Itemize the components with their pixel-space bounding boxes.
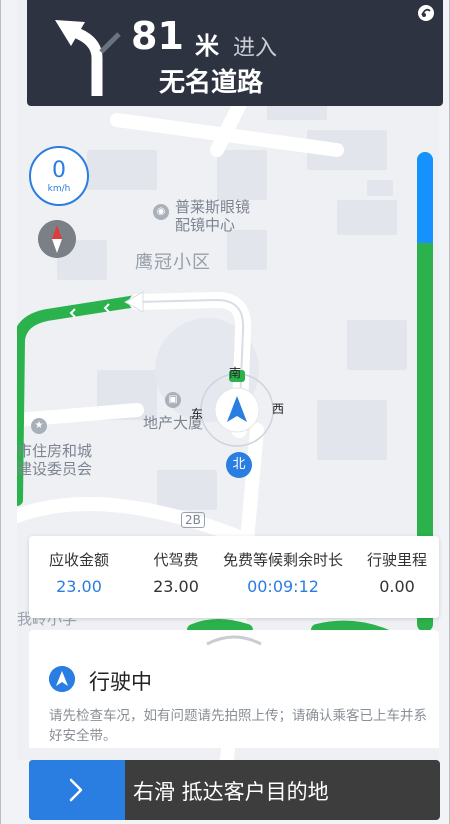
fare-receivable-value: 23.00 — [56, 577, 102, 596]
compass-icon[interactable] — [38, 220, 76, 258]
chevron-right-icon — [69, 778, 83, 802]
fare-mileage-value: 0.00 — [379, 577, 415, 596]
compass-label-e: 西 — [272, 402, 285, 416]
star-poi-icon: ★ — [31, 418, 47, 434]
slide-arrive-label: 右滑 抵达客户目的地 — [133, 780, 329, 804]
speed-unit: km/h — [47, 184, 71, 194]
fare-panel: 应收金额 23.00 代驾费 23.00 免费等候剩余时长 00:09:12 行… — [29, 536, 439, 618]
fare-driver-fee: 代驾费 23.00 — [141, 550, 211, 598]
poi-glasses-line2: 配镜中心 — [175, 216, 236, 234]
drawer-handle-icon[interactable] — [205, 632, 263, 646]
fare-driver-fee-value: 23.00 — [153, 577, 199, 596]
turn-distance: 81 — [131, 14, 184, 58]
poi-label-housing[interactable]: 市住房和城 建设委员会 — [17, 442, 92, 478]
district-label: 鹰冠小区 — [135, 252, 211, 273]
screen: ◉ 普莱斯眼镜 配镜中心 鹰冠小区 ▣ 地产大厦 ★ 市住房和城 建设委员会 2… — [0, 0, 450, 824]
turn-instruction-card: 81 米 进入 无名道路 — [27, 0, 443, 106]
fare-receivable: 应收金额 23.00 — [39, 550, 119, 598]
fare-free-wait: 免费等候剩余时长 00:09:12 — [221, 550, 345, 598]
road-shield: 2B — [181, 512, 205, 528]
speed-indicator: 0 km/h — [29, 146, 89, 206]
voice-broadcast-icon[interactable] — [417, 4, 435, 22]
fare-mileage-label: 行驶里程 — [366, 551, 427, 569]
turn-left-arrow-icon — [55, 20, 121, 96]
distance-unit: 米 — [195, 32, 219, 60]
compass-label-w: 东 — [191, 407, 204, 421]
trip-status-title: 行驶中 — [89, 670, 152, 694]
fare-mileage: 行驶里程 0.00 — [359, 550, 435, 598]
poi-housing-line1: 市住房和城 — [17, 442, 93, 460]
slide-arrive-button[interactable]: 右滑 抵达客户目的地 — [29, 760, 440, 820]
trip-status-panel: 行驶中 请先检查车况，如有问题请先拍照上传；请确认乘客已上车并系好安全带。 — [29, 630, 439, 748]
road-name: 无名道路 — [159, 68, 264, 98]
fare-receivable-label: 应收金额 — [48, 551, 109, 569]
turn-action: 进入 — [233, 36, 278, 61]
north-badge[interactable]: 北 — [226, 452, 252, 478]
speed-value: 0 — [52, 158, 66, 183]
poi-pin-icon: ◉ — [153, 204, 169, 220]
poi-glasses-line1: 普莱斯眼镜 — [175, 198, 251, 216]
fare-free-wait-label: 免费等候剩余时长 — [222, 551, 343, 569]
poi-label-glasses[interactable]: 普莱斯眼镜 配镜中心 — [175, 198, 250, 234]
fare-driver-fee-label: 代驾费 — [153, 551, 199, 569]
route-progress-completed — [417, 152, 433, 244]
compass-label-n: 南 — [229, 366, 242, 380]
fare-free-wait-value: 00:09:12 — [247, 577, 319, 596]
poi-housing-line2: 建设委员会 — [17, 460, 93, 478]
slide-knob[interactable] — [29, 760, 125, 820]
navigation-status-icon — [49, 666, 75, 692]
safety-notice: 请先检查车况，如有问题请先拍照上传；请确认乘客已上车并系好安全带。 — [49, 708, 427, 744]
